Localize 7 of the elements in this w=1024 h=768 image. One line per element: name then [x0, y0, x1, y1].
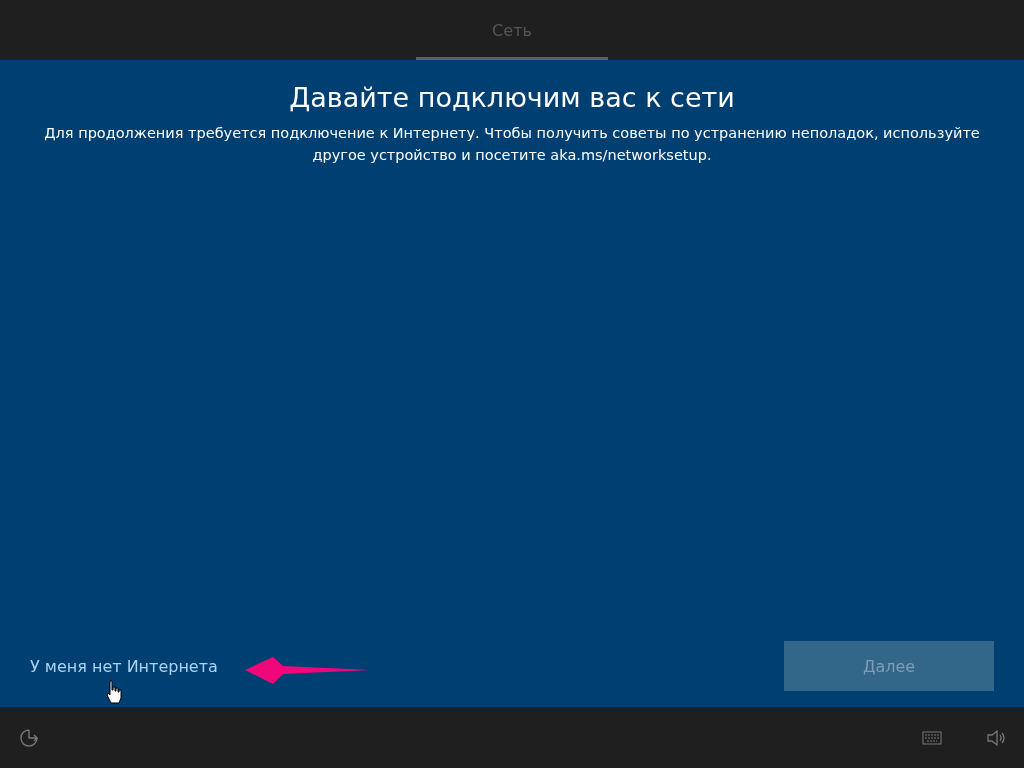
ease-of-access-icon[interactable]: [18, 726, 40, 749]
no-internet-link[interactable]: У меня нет Интернета: [30, 656, 218, 676]
hand-cursor-icon: [106, 680, 122, 704]
description-text: Для продолжения требуется подключение к Интернету. Чтобы получить советы по устранению неполадок, используйте другое устройство и посетите aka.ms/networksetup.: [43, 124, 981, 165]
page-title: Давайте подключим вас к сети: [289, 81, 735, 115]
speaker-icon[interactable]: [986, 728, 1006, 747]
keyboard-icon[interactable]: [922, 730, 942, 745]
